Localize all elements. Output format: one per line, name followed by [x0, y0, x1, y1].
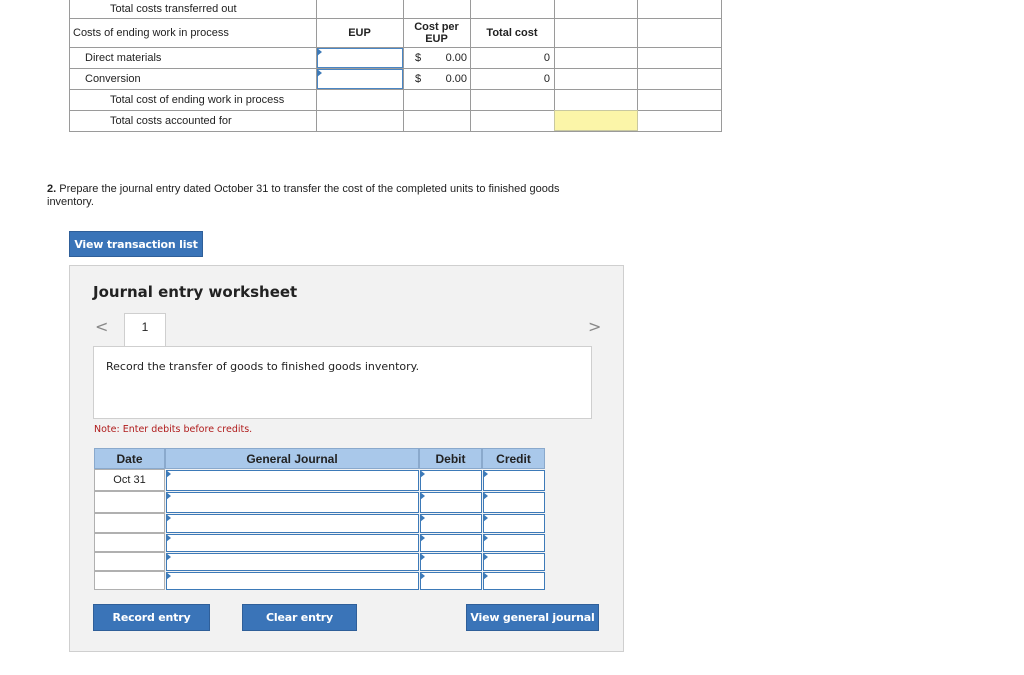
journal-date-cell — [94, 533, 165, 552]
journal-credit-input[interactable] — [483, 534, 545, 552]
debits-before-credits-note: Note: Enter debits before credits. — [94, 424, 253, 435]
clear-entry-button[interactable]: Clear entry — [242, 604, 357, 631]
journal-date-cell — [94, 552, 165, 571]
chevron-right-icon[interactable]: > — [588, 317, 601, 336]
journal-credit-input[interactable] — [483, 572, 545, 590]
journal-credit-input[interactable] — [483, 470, 545, 491]
worksheet-instruction-box: Record the transfer of goods to finished… — [93, 346, 592, 419]
journal-debit-input[interactable] — [420, 470, 482, 491]
journal-credit-input[interactable] — [483, 514, 545, 533]
journal-credit-input[interactable] — [483, 492, 545, 513]
worksheet-tab-1[interactable]: 1 — [124, 313, 166, 347]
journal-debit-input[interactable] — [420, 514, 482, 533]
total-costs-accounted-input[interactable] — [554, 110, 638, 131]
direct-materials-currency: $ — [415, 51, 422, 64]
chevron-left-icon[interactable]: < — [95, 317, 108, 336]
col-date-header: Date — [94, 448, 165, 469]
journal-account-input[interactable] — [166, 470, 419, 491]
worksheet-instruction-text: Record the transfer of goods to finished… — [106, 360, 420, 373]
col-cost-per-eup-header: Cost per EUP — [403, 18, 470, 47]
direct-materials-cost-per-eup: 0.00 — [445, 51, 467, 64]
conversion-eup-input[interactable] — [317, 69, 403, 89]
col-cost-per-eup-line2: EUP — [425, 32, 448, 45]
total-costs-accounted-label: Total costs accounted for — [110, 114, 232, 127]
journal-date-cell — [94, 491, 165, 513]
journal-debit-input[interactable] — [420, 553, 482, 571]
total-costs-transferred-out-label: Total costs transferred out — [110, 3, 237, 15]
journal-date-cell — [94, 513, 165, 533]
total-ending-wip-label: Total cost of ending work in process — [110, 93, 285, 106]
journal-date-cell — [94, 571, 165, 590]
conversion-cost-per-eup: 0.00 — [445, 72, 467, 85]
cost-reconciliation-table: Total costs transferred out Costs of end… — [69, 0, 722, 132]
col-debit-header: Debit — [419, 448, 482, 469]
journal-debit-input[interactable] — [420, 492, 482, 513]
col-total-cost-header: Total cost — [486, 26, 538, 39]
worksheet-title: Journal entry worksheet — [93, 283, 298, 301]
journal-credit-input[interactable] — [483, 553, 545, 571]
direct-materials-eup-input[interactable] — [317, 48, 403, 68]
journal-debit-input[interactable] — [420, 572, 482, 590]
col-credit-header: Credit — [482, 448, 545, 469]
journal-date-cell: Oct 31 — [94, 469, 165, 491]
journal-account-input[interactable] — [166, 534, 419, 552]
conversion-currency: $ — [415, 72, 422, 85]
question-text: Prepare the journal entry dated October … — [47, 183, 560, 208]
journal-account-input[interactable] — [166, 553, 419, 571]
direct-materials-total-cost: 0 — [543, 51, 550, 64]
view-transaction-list-button[interactable]: View transaction list — [69, 231, 203, 257]
question-2: 2. Prepare the journal entry dated Octob… — [47, 183, 607, 209]
record-entry-button[interactable]: Record entry — [93, 604, 210, 631]
journal-account-input[interactable] — [166, 514, 419, 533]
view-general-journal-button[interactable]: View general journal — [466, 604, 599, 631]
question-number: 2. — [47, 183, 57, 195]
col-general-journal-header: General Journal — [165, 448, 419, 469]
journal-account-input[interactable] — [166, 572, 419, 590]
conversion-total-cost: 0 — [543, 72, 550, 85]
conversion-label: Conversion — [85, 72, 141, 85]
ending-wip-section-label: Costs of ending work in process — [73, 26, 229, 39]
journal-account-input[interactable] — [166, 492, 419, 513]
direct-materials-label: Direct materials — [85, 51, 162, 64]
col-eup-header: EUP — [348, 26, 371, 39]
col-cost-per-eup-line1: Cost per — [414, 20, 459, 33]
journal-debit-input[interactable] — [420, 534, 482, 552]
